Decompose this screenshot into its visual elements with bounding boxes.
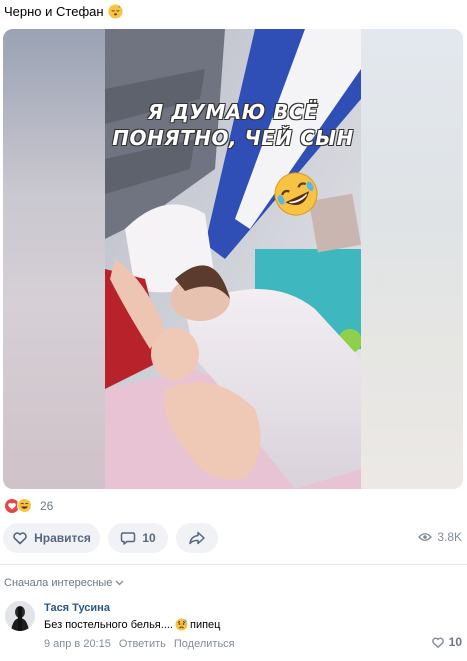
video-frame[interactable]: Я ДУМАЮ ВСЁ ПОНЯТНО, ЧЕЙ СЫН — [105, 29, 361, 489]
rolling-on-floor-laughing-icon — [274, 172, 318, 216]
comment-like-button[interactable]: 10 — [431, 635, 462, 649]
sleeping-face-icon: z — [108, 4, 123, 19]
post-video[interactable]: Я ДУМАЮ ВСЁ ПОНЯТНО, ЧЕЙ СЫН — [3, 29, 463, 489]
comment-text-body: Без постельного белья.... — [44, 618, 173, 631]
anxious-face-icon — [175, 618, 188, 631]
divider — [0, 564, 467, 565]
views-counter: 3.8K — [418, 530, 462, 544]
reaction-count: 26 — [40, 498, 54, 513]
like-button[interactable]: Нравится — [3, 523, 100, 553]
eye-icon — [418, 533, 433, 541]
post-text: Черно и Стефан z — [4, 4, 123, 19]
video-caption: Я ДУМАЮ ВСЁ ПОНЯТНО, ЧЕЙ СЫН — [105, 99, 361, 151]
reactions-summary[interactable]: 26 — [5, 498, 53, 513]
post-text-label: Черно и Стефан — [4, 4, 104, 19]
post-actions: Нравится 10 3.8K — [0, 523, 467, 553]
comment-text-suffix: пипец — [189, 618, 221, 631]
comment-meta: 9 апр в 20:15 Ответить Поделиться — [44, 638, 235, 650]
video-caption-line2: ПОНЯТНО, ЧЕЙ СЫН — [112, 126, 354, 150]
avatar[interactable] — [5, 601, 35, 631]
comment-time[interactable]: 9 апр в 20:15 — [44, 638, 111, 650]
comments-sort-label: Сначала интересные — [4, 577, 113, 589]
comment-text: Без постельного белья.... пипец — [44, 618, 220, 631]
like-label: Нравится — [34, 531, 91, 545]
heart-outline-icon — [13, 532, 27, 545]
video-blur-right — [361, 29, 463, 489]
comment-item: Тася Тусина Без постельного белья.... пи… — [0, 599, 467, 659]
views-count: 3.8K — [437, 530, 462, 544]
comments-sort-dropdown[interactable]: Сначала интересные — [4, 577, 124, 589]
comment-count: 10 — [142, 531, 156, 545]
comment-icon — [121, 532, 136, 545]
comment-like-count: 10 — [448, 635, 462, 649]
comment-author[interactable]: Тася Тусина — [44, 602, 110, 614]
comment-button[interactable]: 10 — [108, 523, 168, 553]
share-icon — [189, 531, 205, 545]
video-scene-image — [105, 29, 361, 489]
share-link[interactable]: Поделиться — [174, 638, 235, 650]
reply-link[interactable]: Ответить — [119, 638, 166, 650]
video-blur-left — [3, 29, 105, 489]
avatar-image — [5, 601, 35, 631]
svg-text:z: z — [118, 5, 120, 9]
chevron-down-icon — [115, 580, 124, 586]
heart-outline-icon — [431, 637, 444, 648]
video-caption-line1: Я ДУМАЮ ВСЁ — [147, 100, 319, 124]
share-button[interactable] — [176, 523, 218, 553]
laughing-face-icon — [17, 498, 32, 513]
